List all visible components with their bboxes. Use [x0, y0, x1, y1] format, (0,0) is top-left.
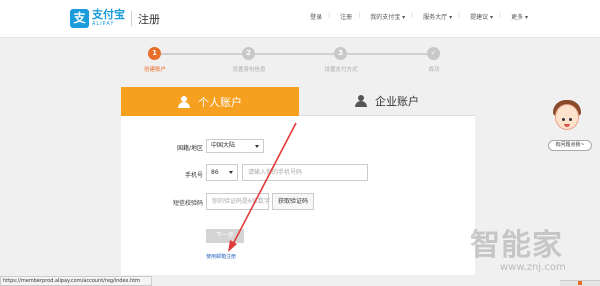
- help-button[interactable]: 有问题点我~: [548, 140, 592, 151]
- browser-status-url: https://memberprod.alipay.com/account/re…: [0, 276, 152, 286]
- arrow-head: [228, 240, 237, 252]
- watermark-text: 智能家: [470, 228, 563, 263]
- tray-icon: [578, 281, 582, 285]
- help-mascot-icon[interactable]: [551, 100, 583, 134]
- arrow-line: [231, 122, 297, 247]
- watermark-url: www.znj.com: [500, 262, 566, 273]
